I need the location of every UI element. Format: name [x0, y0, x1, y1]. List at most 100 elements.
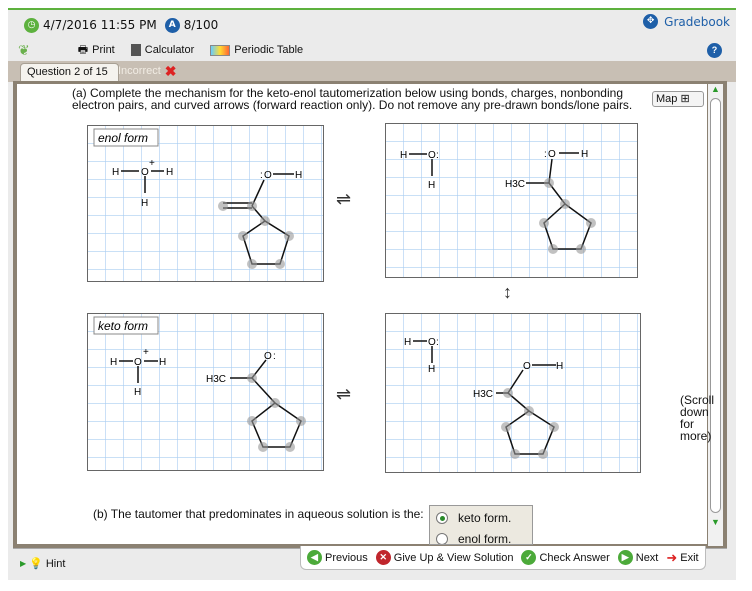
- gradebook-link[interactable]: ✥ Gradebook: [643, 14, 730, 29]
- calculator-button[interactable]: Calculator: [130, 44, 195, 56]
- atom-h: H: [556, 361, 563, 372]
- atom-h: H: [581, 149, 588, 160]
- atom-o: O: [264, 351, 272, 362]
- scrollbar[interactable]: ▲ ▼: [708, 84, 723, 546]
- help-icon[interactable]: ?: [707, 43, 722, 58]
- methyl-group: H3C: [206, 374, 226, 385]
- hint-button[interactable]: ▶ 💡 Hint: [20, 557, 66, 571]
- navigation-bar: ◀ Previous ✕ Give Up & View Solution ✓ Chec…: [300, 546, 706, 570]
- gradebook-icon: ✥: [643, 14, 659, 29]
- next-button[interactable]: ▶ Next: [617, 550, 659, 565]
- equilibrium-arrow-bottom: ⇌: [336, 384, 352, 404]
- choice-label: keto form.: [458, 511, 512, 525]
- previous-label: Previous: [325, 551, 368, 564]
- atom-h: H: [141, 198, 148, 209]
- scroll-thumb[interactable]: [710, 98, 721, 513]
- scroll-down-icon[interactable]: ▼: [708, 517, 723, 527]
- keto-form-label: keto form: [98, 319, 148, 333]
- due-datetime: 4/7/2016 11:55 PM: [43, 18, 157, 32]
- score-icon: A: [164, 17, 180, 33]
- lone-pair: :: [260, 170, 263, 181]
- atom-h: H: [428, 364, 435, 375]
- clock-icon: ◷: [24, 17, 39, 33]
- atom-o: O: [523, 361, 531, 372]
- calculator-icon: [130, 44, 141, 56]
- atom-h: H: [112, 167, 119, 178]
- methyl-group: H3C: [473, 389, 493, 400]
- periodic-table-label: Periodic Table: [234, 44, 304, 56]
- scroll-note: (Scroll down for more): [680, 393, 715, 443]
- map-button[interactable]: Map ⊞: [652, 91, 704, 107]
- atom-o: O: [141, 167, 149, 178]
- scroll-up-icon[interactable]: ▲: [708, 84, 723, 94]
- check-answer-button[interactable]: ✓ Check Answer: [521, 550, 610, 565]
- atom-o: O: [428, 337, 436, 348]
- lone-pair: :: [436, 150, 439, 161]
- print-button[interactable]: 🖶 Print: [78, 41, 115, 60]
- arrow-left-icon: ◀: [307, 550, 322, 565]
- lone-pair: :: [544, 149, 547, 160]
- x-circle-icon: ✕: [375, 550, 391, 565]
- atom-h: H: [166, 167, 173, 178]
- atom-h: H: [134, 387, 141, 398]
- expand-arrow-icon: ▶: [20, 559, 27, 568]
- atom-h: H: [400, 150, 407, 161]
- atom-o: O: [264, 170, 272, 181]
- x-mark-icon: ✖: [164, 63, 177, 79]
- toolbar: ❦ 🖶 Print Calculator Periodic Table ?: [8, 40, 736, 60]
- printer-icon: 🖶: [77, 43, 89, 56]
- map-label: Map: [656, 93, 678, 105]
- gradebook-label: Gradebook: [664, 14, 730, 29]
- periodic-table-button[interactable]: Periodic Table: [210, 44, 303, 56]
- atom-o: O: [428, 150, 436, 161]
- methyl-group: H3C: [505, 179, 525, 190]
- give-up-button[interactable]: ✕ Give Up & View Solution: [375, 550, 514, 565]
- atom-h: H: [110, 357, 117, 368]
- atom-h: H: [428, 180, 435, 191]
- next-label: Next: [635, 551, 659, 564]
- radio-keto[interactable]: [436, 512, 448, 524]
- status-label: Incorrect: [118, 65, 161, 77]
- periodic-table-icon: [210, 44, 231, 56]
- atom-h: H: [295, 170, 302, 181]
- header: ◷ 4/7/2016 11:55 PM A 8/100: [8, 10, 736, 40]
- keto-drawing-canvas[interactable]: keto form H O + H H H3C O :: [87, 313, 324, 471]
- print-label: Print: [92, 44, 115, 56]
- radio-enol[interactable]: [436, 533, 448, 544]
- status-incorrect: Incorrect ✖: [118, 63, 177, 80]
- calculator-label: Calculator: [144, 44, 195, 56]
- enol-form-label: enol form: [98, 131, 148, 145]
- score: 8/100: [183, 18, 219, 32]
- choice-label: enol form.: [458, 532, 512, 545]
- exit-icon: ➜: [666, 549, 678, 565]
- tab-question[interactable]: Question 2 of 15: [20, 63, 119, 82]
- atom-h: H: [404, 337, 411, 348]
- give-up-label: Give Up & View Solution: [393, 551, 514, 564]
- question-b-text: (b) The tautomer that predominates in aq…: [93, 507, 424, 521]
- intermediate-drawing-canvas-bottom[interactable]: H O : H H3C O H: [385, 313, 641, 473]
- exit-button[interactable]: ➜ Exit: [666, 550, 698, 566]
- atom-o: O: [134, 357, 142, 368]
- atom-h: H: [159, 357, 166, 368]
- resonance-arrow: ↕: [503, 282, 512, 302]
- charge-plus: +: [149, 158, 155, 169]
- hint-label: Hint: [45, 557, 66, 570]
- answer-choices: keto form. enol form.: [429, 505, 533, 545]
- atom-o: O: [548, 149, 556, 160]
- choice-keto[interactable]: keto form.: [430, 509, 532, 527]
- charge-plus: +: [143, 347, 149, 358]
- exit-label: Exit: [680, 551, 699, 564]
- lone-pair: :: [436, 337, 439, 348]
- lone-pair: :: [273, 351, 276, 362]
- question-a-text: (a) Complete the mechanism for the keto-…: [72, 86, 633, 112]
- map-icon: ⊞: [680, 93, 690, 105]
- arrow-right-icon: ▶: [617, 550, 633, 565]
- previous-button[interactable]: ◀ Previous: [307, 550, 368, 565]
- lightbulb-icon: 💡: [29, 558, 43, 570]
- leaf-logo-icon: ❦: [18, 41, 30, 58]
- check-icon: ✓: [521, 550, 537, 565]
- choice-enol[interactable]: enol form.: [430, 530, 532, 545]
- equilibrium-arrow-top: ⇌: [336, 189, 352, 209]
- enol-drawing-canvas[interactable]: enol form H O + H H : O H: [87, 125, 324, 282]
- intermediate-drawing-canvas-top[interactable]: H O : H H3C : O H: [385, 123, 638, 278]
